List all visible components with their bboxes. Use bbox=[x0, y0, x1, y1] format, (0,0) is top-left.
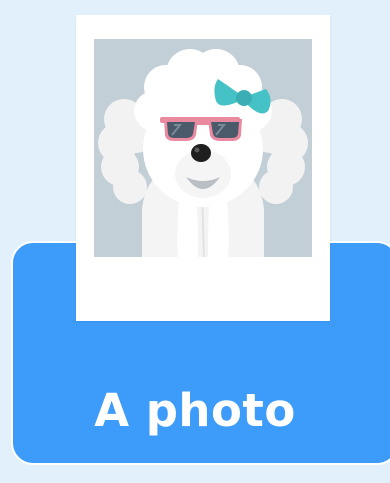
caption-text: A photo bbox=[94, 384, 296, 437]
dog-photo bbox=[94, 39, 312, 257]
polaroid-frame bbox=[76, 15, 330, 321]
poodle-with-sunglasses-and-bow-icon bbox=[94, 39, 312, 257]
